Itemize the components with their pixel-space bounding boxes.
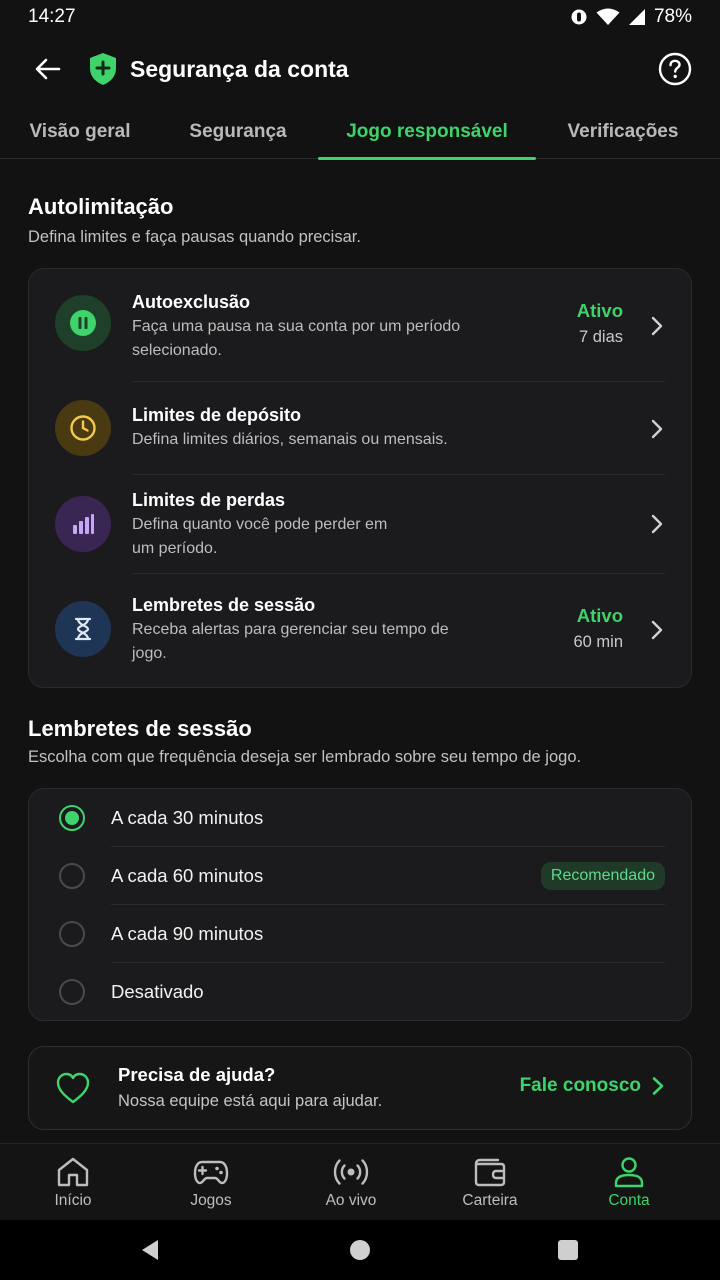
status-bar: 14:27 78% <box>0 0 720 34</box>
nav-label: Carteira <box>462 1192 518 1209</box>
radio-option-30[interactable]: A cada 30 minutos <box>29 789 691 847</box>
nav-item-inicio[interactable]: Início <box>3 1144 143 1221</box>
perdas-desc: Defina quanto você pode perder em um per… <box>132 516 388 557</box>
deposito-title: Limites de depósito <box>132 405 302 425</box>
reminders-subtitle: Escolha com que frequência deseja ser le… <box>28 748 582 766</box>
lembretes-icon-bg <box>55 601 111 657</box>
reminders-card: A cada 30 minutos A cada 60 minutos Reco… <box>28 788 692 1021</box>
nav-item-ao-vivo[interactable]: Ao vivo <box>281 1144 421 1221</box>
nav-label: Início <box>54 1192 92 1209</box>
nav-item-jogos[interactable]: Jogos <box>141 1144 281 1221</box>
shield-icon <box>90 53 116 85</box>
radio-button[interactable] <box>59 921 85 947</box>
chevron-right-icon <box>651 620 663 640</box>
arrow-left-icon <box>35 58 61 80</box>
radio-label: A cada 90 minutos <box>111 923 264 944</box>
system-back-icon[interactable] <box>139 1238 161 1262</box>
deposito-desc: Defina limites diários, semanais ou mens… <box>132 431 448 448</box>
autoexclusao-desc: Faça uma pausa na sua conta por um perío… <box>132 318 461 359</box>
system-nav-bar <box>0 1220 720 1280</box>
radio-button[interactable] <box>59 863 85 889</box>
limit-row-lembretes[interactable]: Lembretes de sessão Receba alertas para … <box>29 574 691 687</box>
tab-seguranca[interactable]: Segurança <box>168 104 308 159</box>
heart-icon <box>56 1072 90 1104</box>
nav-label: Ao vivo <box>325 1192 377 1209</box>
radio-label: Desativado <box>111 981 204 1002</box>
help-icon[interactable] <box>658 52 692 86</box>
user-icon <box>614 1157 644 1188</box>
nav-label: Jogos <box>190 1192 232 1209</box>
chevron-right-icon <box>651 419 663 439</box>
reminders-title: Lembretes de sessão <box>28 716 252 741</box>
contact-us-link[interactable]: Fale conosco <box>520 1075 665 1097</box>
bar-chart-icon <box>73 514 94 534</box>
perdas-text: Limites de perdas Defina quanto você pod… <box>132 489 392 561</box>
back-button[interactable] <box>32 53 64 85</box>
status-active-label: Ativo <box>576 605 623 626</box>
status-active-label: Ativo <box>576 300 623 321</box>
gamepad-icon <box>193 1160 229 1185</box>
page-title: Segurança da conta <box>130 55 349 82</box>
perdas-title: Limites de perdas <box>132 490 286 510</box>
lembretes-status: Ativo 60 min <box>573 603 623 655</box>
home-icon <box>57 1157 89 1187</box>
radio-label: A cada 60 minutos <box>111 865 264 886</box>
recommended-badge: Recomendado <box>540 862 665 890</box>
status-icons: 78% <box>570 6 692 28</box>
nav-item-conta[interactable]: Conta <box>559 1144 699 1221</box>
deposito-icon-bg <box>55 400 111 456</box>
app-bar: Segurança da conta <box>0 34 720 104</box>
data-saver-icon <box>571 9 587 25</box>
autoexclusao-text: Autoexclusão Faça uma pausa na sua conta… <box>132 291 472 363</box>
clock-icon <box>70 415 96 441</box>
system-recents-icon[interactable] <box>557 1238 579 1262</box>
limit-row-perdas[interactable]: Limites de perdas Defina quanto você pod… <box>29 475 691 574</box>
nav-item-carteira[interactable]: Carteira <box>420 1144 560 1221</box>
autoexclusao-status: Ativo 7 dias <box>577 298 623 350</box>
lembretes-title: Lembretes de sessão <box>132 595 316 615</box>
bottom-nav: Início Jogos Ao vivo Carteira Conta <box>0 1143 720 1220</box>
radio-button[interactable] <box>59 979 85 1005</box>
limit-row-deposito[interactable]: Limites de depósito Defina limites diári… <box>29 382 691 475</box>
contact-us-label: Fale conosco <box>519 1075 641 1096</box>
lembretes-text: Lembretes de sessão Receba alertas para … <box>132 594 462 666</box>
tab-jogo-responsavel[interactable]: Jogo responsável <box>318 104 536 160</box>
autolimit-subtitle: Defina limites e faça pausas quando prec… <box>28 228 361 246</box>
live-broadcast-icon <box>333 1159 369 1185</box>
autolimit-title: Autolimitação <box>28 194 174 219</box>
chevron-right-icon <box>651 514 663 534</box>
system-home-icon[interactable] <box>349 1238 371 1262</box>
deposito-text: Limites de depósito Defina limites diári… <box>132 404 552 452</box>
radio-button-checked[interactable] <box>59 805 85 831</box>
signal-icon <box>628 9 645 25</box>
radio-option-90[interactable]: A cada 90 minutos <box>29 905 691 963</box>
status-value: 7 dias <box>578 328 623 346</box>
tab-verificacoes[interactable]: Verificações <box>556 104 690 159</box>
battery-percent: 78% <box>653 6 692 27</box>
status-time: 14:27 <box>28 6 76 27</box>
chevron-right-icon <box>651 316 663 336</box>
help-title: Precisa de ajuda? <box>118 1064 276 1085</box>
autolimit-card: Autoexclusão Faça uma pausa na sua conta… <box>28 268 692 688</box>
nav-label: Conta <box>608 1192 650 1209</box>
hourglass-icon <box>74 617 92 641</box>
limit-row-autoexclusao[interactable]: Autoexclusão Faça uma pausa na sua conta… <box>29 269 691 382</box>
perdas-icon-bg <box>55 496 111 552</box>
radio-option-off[interactable]: Desativado <box>29 963 691 1021</box>
wifi-icon <box>596 8 620 25</box>
lembretes-desc: Receba alertas para gerenciar seu tempo … <box>132 621 449 662</box>
wallet-icon <box>474 1158 506 1187</box>
chevron-right-icon <box>652 1077 664 1095</box>
pause-icon <box>70 310 96 336</box>
radio-label: A cada 30 minutos <box>111 807 264 828</box>
radio-option-60[interactable]: A cada 60 minutos Recomendado <box>29 847 691 905</box>
tab-bar: Visão geral Segurança Jogo responsável V… <box>0 104 720 160</box>
autoexclusao-icon-bg <box>55 295 111 351</box>
help-card: Precisa de ajuda? Nossa equipe está aqui… <box>28 1046 692 1130</box>
tab-visao-geral[interactable]: Visão geral <box>14 104 146 159</box>
status-value: 60 min <box>573 633 623 651</box>
autoexclusao-title: Autoexclusão <box>132 292 251 312</box>
help-subtitle: Nossa equipe está aqui para ajudar. <box>118 1092 383 1110</box>
